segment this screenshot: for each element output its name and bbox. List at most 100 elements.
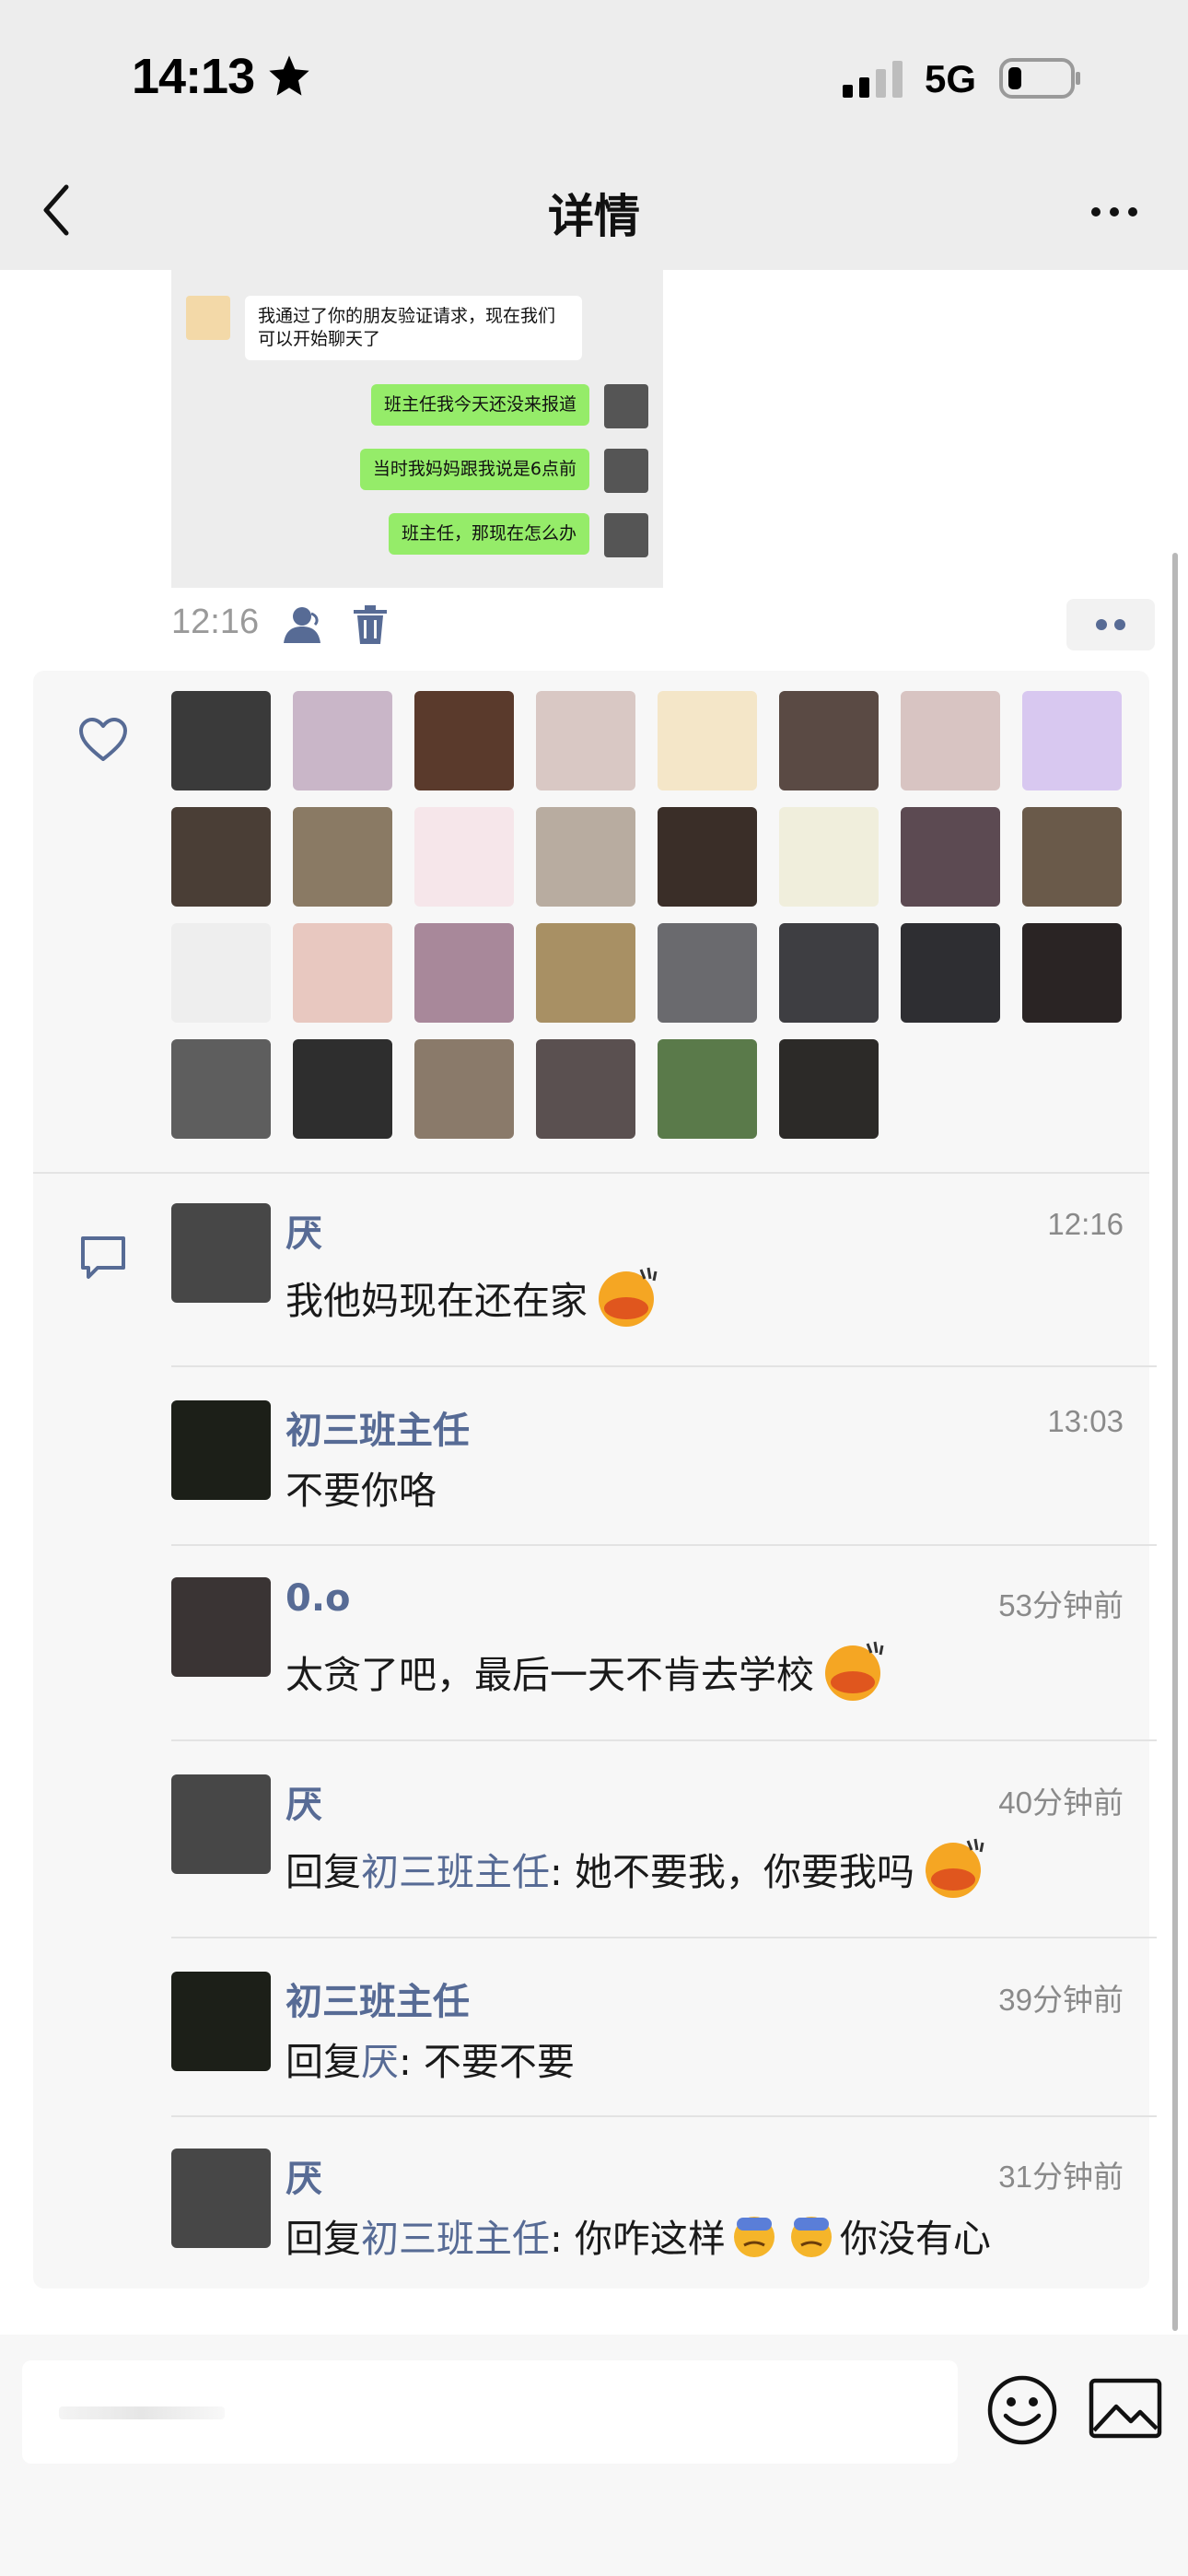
comment-text: 我他妈现在还在家 [285, 1262, 663, 1332]
like-avatar[interactable] [901, 923, 1000, 1023]
more-actions-button[interactable] [1066, 599, 1155, 650]
avatar[interactable] [171, 1972, 271, 2071]
comment-author[interactable]: 0.o [285, 1577, 351, 1620]
avatar[interactable] [171, 1577, 271, 1677]
like-avatar[interactable] [658, 691, 757, 790]
comment-item[interactable]: 厌 31分钟前 回复 初三班主任 : 你咋这样 你没有心 [171, 2149, 1157, 2277]
avatar[interactable] [171, 1203, 271, 1303]
avatar [186, 296, 230, 340]
nav-bar: 详情 [0, 152, 1188, 270]
chat-bubble: 班主任我今天还没来报道 [370, 384, 589, 426]
signal-icon [843, 61, 903, 98]
reply-to-name[interactable]: 初三班主任 [361, 2207, 550, 2263]
comment-item[interactable]: 厌 12:16 我他妈现在还在家 [171, 1203, 1157, 1367]
comment-body: 我他妈现在还在家 [285, 1279, 588, 1323]
comment-text: 太贪了吧，最后一天不肯去学校 [285, 1636, 890, 1706]
like-avatar[interactable] [536, 1039, 635, 1139]
post-time: 12:16 [171, 603, 260, 641]
like-avatar[interactable] [536, 807, 635, 907]
comment-author[interactable]: 厌 [285, 2149, 322, 2202]
comment-time: 12:16 [1047, 1207, 1124, 1241]
like-avatar[interactable] [1022, 923, 1122, 1023]
avatar[interactable] [171, 2149, 271, 2248]
like-avatar[interactable] [536, 923, 635, 1023]
like-avatar[interactable] [293, 807, 392, 907]
avatar[interactable] [171, 1774, 271, 1874]
like-avatar[interactable] [901, 807, 1000, 907]
comment-time: 53分钟前 [998, 1588, 1124, 1622]
like-avatar[interactable] [414, 691, 514, 790]
divider [171, 1937, 1157, 1938]
status-bar: 14:13 5G [0, 0, 1188, 152]
comment-input-bar [0, 2335, 1188, 2576]
likes-comments-panel: 厌 12:16 我他妈现在还在家 初三班主任 13:03 不要你咯 0.o 53… [33, 671, 1157, 2289]
star-icon [269, 55, 309, 96]
chat-bubble: 当时我妈妈跟我说是6点前 [359, 449, 589, 490]
comment-time: 40分钟前 [998, 1786, 1124, 1820]
comment-author[interactable]: 初三班主任 [285, 1972, 470, 2025]
divider [171, 1544, 1157, 1546]
comment-item[interactable]: 0.o 53分钟前 太贪了吧，最后一天不肯去学校 [171, 1577, 1157, 1741]
smile-icon[interactable] [985, 2373, 1059, 2447]
like-avatar[interactable] [901, 691, 1000, 790]
like-avatar[interactable] [293, 691, 392, 790]
divider [171, 1739, 1157, 1741]
like-avatar[interactable] [171, 691, 271, 790]
comment-author[interactable]: 厌 [285, 1774, 322, 1828]
status-time: 14:13 [132, 49, 255, 104]
like-avatar[interactable] [1022, 691, 1122, 790]
reply-prefix: 回复 [285, 1850, 361, 1894]
comment-author[interactable]: 厌 [285, 1203, 322, 1257]
comment-time: 13:03 [1047, 1404, 1124, 1438]
like-avatar[interactable] [779, 691, 879, 790]
comment-body: : 她不要我，你要我吗 [550, 1850, 914, 1894]
like-avatar[interactable] [658, 807, 757, 907]
trash-icon[interactable] [352, 604, 389, 645]
comment-body: : 不要不要 [399, 2040, 575, 2084]
like-avatar[interactable] [293, 923, 392, 1023]
reply-to-name[interactable]: 厌 [361, 2031, 399, 2086]
sweat-emoji-icon [733, 2217, 775, 2257]
more-dots-icon[interactable] [1087, 189, 1142, 235]
network-type: 5G [925, 57, 977, 100]
comment-body: : 你咋这样 [550, 2217, 726, 2261]
pouting-emoji-icon [599, 1267, 658, 1327]
like-avatar[interactable] [779, 923, 879, 1023]
like-avatar[interactable] [1022, 807, 1122, 907]
like-avatar[interactable] [414, 923, 514, 1023]
heart-icon [79, 718, 127, 761]
chat-bubble: 我通过了你的朋友验证请求，现在我们可以开始聊天了 [245, 296, 582, 360]
like-avatar[interactable] [293, 1039, 392, 1139]
page-title: 详情 [548, 190, 640, 243]
like-avatar[interactable] [171, 923, 271, 1023]
comment-input[interactable] [22, 2360, 958, 2464]
like-avatar[interactable] [414, 1039, 514, 1139]
avatar [604, 384, 648, 428]
post-meta: 12:16 [171, 599, 1155, 650]
sweat-emoji-icon [790, 2217, 832, 2257]
comment-text: 回复 初三班主任 : 她不要我，你要我吗 [285, 1833, 990, 1903]
like-avatar[interactable] [658, 1039, 757, 1139]
like-avatar[interactable] [779, 807, 879, 907]
comment-author[interactable]: 初三班主任 [285, 1400, 470, 1454]
comment-icon [81, 1236, 125, 1279]
person-visibility-icon[interactable] [282, 604, 328, 645]
like-avatar[interactable] [171, 807, 271, 907]
comment-text: 回复 厌 : 不要不要 [285, 2031, 575, 2086]
like-avatar[interactable] [658, 923, 757, 1023]
reply-prefix: 回复 [285, 2040, 361, 2084]
comment-text: 回复 初三班主任 : 你咋这样 你没有心 [285, 2207, 991, 2263]
scrollbar[interactable] [1172, 553, 1178, 2331]
post-image[interactable]: 我通过了你的朋友验证请求，现在我们可以开始聊天了 班主任我今天还没来报道 当时我… [171, 270, 663, 588]
image-icon[interactable] [1089, 2375, 1162, 2441]
reply-to-name[interactable]: 初三班主任 [361, 1841, 550, 1896]
comment-item[interactable]: 初三班主任 39分钟前 回复 厌 : 不要不要 [171, 1972, 1157, 2136]
like-avatar[interactable] [779, 1039, 879, 1139]
comment-item[interactable]: 厌 40分钟前 回复 初三班主任 : 她不要我，你要我吗 [171, 1774, 1157, 1938]
avatar[interactable] [171, 1400, 271, 1500]
like-avatar[interactable] [414, 807, 514, 907]
like-avatar[interactable] [171, 1039, 271, 1139]
input-cursor-hint [59, 2406, 225, 2419]
like-avatar[interactable] [536, 691, 635, 790]
comment-item[interactable]: 初三班主任 13:03 不要你咯 [171, 1400, 1157, 1564]
